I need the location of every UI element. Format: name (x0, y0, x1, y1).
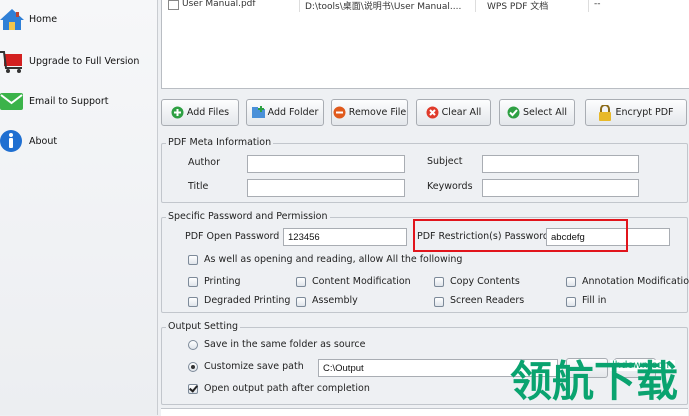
home-icon (0, 9, 24, 30)
assembly-checkbox[interactable] (296, 297, 306, 307)
folder-add-icon (251, 106, 265, 118)
add-folder-button[interactable]: Add Folder (246, 99, 324, 126)
sidebar-item-home[interactable]: Home (0, 0, 157, 40)
fill-in-checkbox[interactable] (566, 297, 576, 307)
file-list-table[interactable]: User Manual.pdf D:\tools\桌面\说明书\User Man… (161, 0, 689, 89)
output-setting-title: Output Setting (166, 321, 241, 332)
remove-file-button[interactable]: Remove File (331, 99, 408, 126)
remove-icon (333, 106, 346, 119)
copy-contents-checkbox[interactable] (434, 277, 444, 287)
watermark: lhdown.com 领航下载 (510, 352, 688, 412)
cart-icon (0, 51, 22, 73)
allow-all-checkbox[interactable] (188, 255, 198, 265)
title-input[interactable] (247, 179, 405, 197)
email-icon (0, 93, 23, 110)
same-folder-radio[interactable] (188, 340, 198, 350)
title-label: Title (188, 181, 209, 192)
clear-all-label: Clear All (441, 107, 482, 118)
file-name-cell: User Manual.pdf (182, 0, 256, 9)
sidebar: Home Upgrade to Full Version Email to Su… (0, 0, 158, 415)
add-files-label: Add Files (186, 107, 230, 118)
sidebar-label-home: Home (29, 14, 58, 25)
annotation-modifications-label: Annotation Modifications (582, 276, 689, 287)
sidebar-label-email-support: Email to Support (29, 96, 109, 107)
sidebar-label-upgrade: Upgrade to Full Version (29, 56, 140, 67)
restriction-highlight-box (413, 219, 628, 252)
same-folder-label: Save in the same folder as source (204, 339, 366, 350)
printing-checkbox[interactable] (188, 277, 198, 287)
screen-readers-label: Screen Readers (450, 295, 525, 306)
open-after-label: Open output path after completion (204, 383, 370, 394)
column-divider (588, 0, 589, 12)
keywords-input[interactable] (482, 179, 639, 197)
fill-in-label: Fill in (582, 295, 607, 306)
subject-label: Subject (427, 156, 463, 167)
copy-contents-label: Copy Contents (450, 276, 520, 287)
assembly-label: Assembly (312, 295, 358, 306)
encrypt-pdf-button[interactable]: Encrypt PDF (585, 99, 687, 126)
author-label: Author (188, 157, 220, 168)
allow-all-label: As well as opening and reading, allow Al… (204, 254, 463, 265)
content-modification-label: Content Modification (312, 276, 411, 287)
add-files-button[interactable]: Add Files (161, 99, 239, 126)
open-after-checkbox[interactable] (188, 384, 198, 394)
select-all-label: Select All (522, 107, 568, 118)
sidebar-label-about: About (29, 136, 58, 147)
permission-group: Specific Password and Permission PDF Ope… (161, 211, 689, 313)
sidebar-item-email-support[interactable]: Email to Support (0, 80, 157, 120)
select-all-button[interactable]: Select All (499, 99, 575, 126)
info-icon (0, 130, 22, 152)
open-password-input[interactable] (283, 228, 407, 246)
custom-path-label: Customize save path (204, 361, 304, 372)
sidebar-item-upgrade[interactable]: Upgrade to Full Version (0, 40, 157, 80)
lock-icon (599, 104, 612, 121)
clear-icon (426, 106, 439, 119)
printing-label: Printing (204, 276, 241, 287)
add-folder-label: Add Folder (267, 107, 319, 118)
main-panel: User Manual.pdf D:\tools\桌面\说明书\User Man… (158, 0, 689, 416)
column-divider (299, 0, 300, 12)
annotation-modifications-checkbox[interactable] (566, 277, 576, 287)
screen-readers-checkbox[interactable] (434, 297, 444, 307)
meta-info-group: PDF Meta Information Author Subject Titl… (161, 137, 688, 203)
degraded-printing-label: Degraded Printing (204, 295, 291, 306)
sidebar-item-about[interactable]: About (0, 120, 157, 160)
meta-info-title: PDF Meta Information (166, 137, 274, 148)
degraded-printing-checkbox[interactable] (188, 297, 198, 307)
custom-path-radio[interactable] (188, 362, 198, 372)
add-icon (171, 106, 184, 119)
permission-title: Specific Password and Permission (166, 211, 330, 222)
check-icon (507, 106, 520, 119)
keywords-label: Keywords (427, 181, 473, 192)
row-checkbox[interactable] (168, 0, 179, 10)
column-divider (475, 0, 476, 12)
toolbar: Add Files Add Folder Remove File Clear A… (161, 99, 688, 129)
file-type-cell: WPS PDF 文档 (487, 2, 549, 12)
table-row[interactable]: User Manual.pdf D:\tools\桌面\说明书\User Man… (162, 0, 689, 12)
author-input[interactable] (247, 155, 405, 173)
file-extra-cell: -- (594, 0, 601, 9)
watermark-brand: 领航下载 (510, 357, 679, 406)
clear-all-button[interactable]: Clear All (416, 99, 491, 126)
remove-file-label: Remove File (348, 107, 407, 118)
content-modification-checkbox[interactable] (296, 277, 306, 287)
encrypt-pdf-label: Encrypt PDF (615, 107, 674, 118)
open-password-label: PDF Open Password (185, 231, 280, 242)
file-path-cell: D:\tools\桌面\说明书\User Manual.... (305, 2, 462, 12)
subject-input[interactable] (482, 155, 639, 173)
